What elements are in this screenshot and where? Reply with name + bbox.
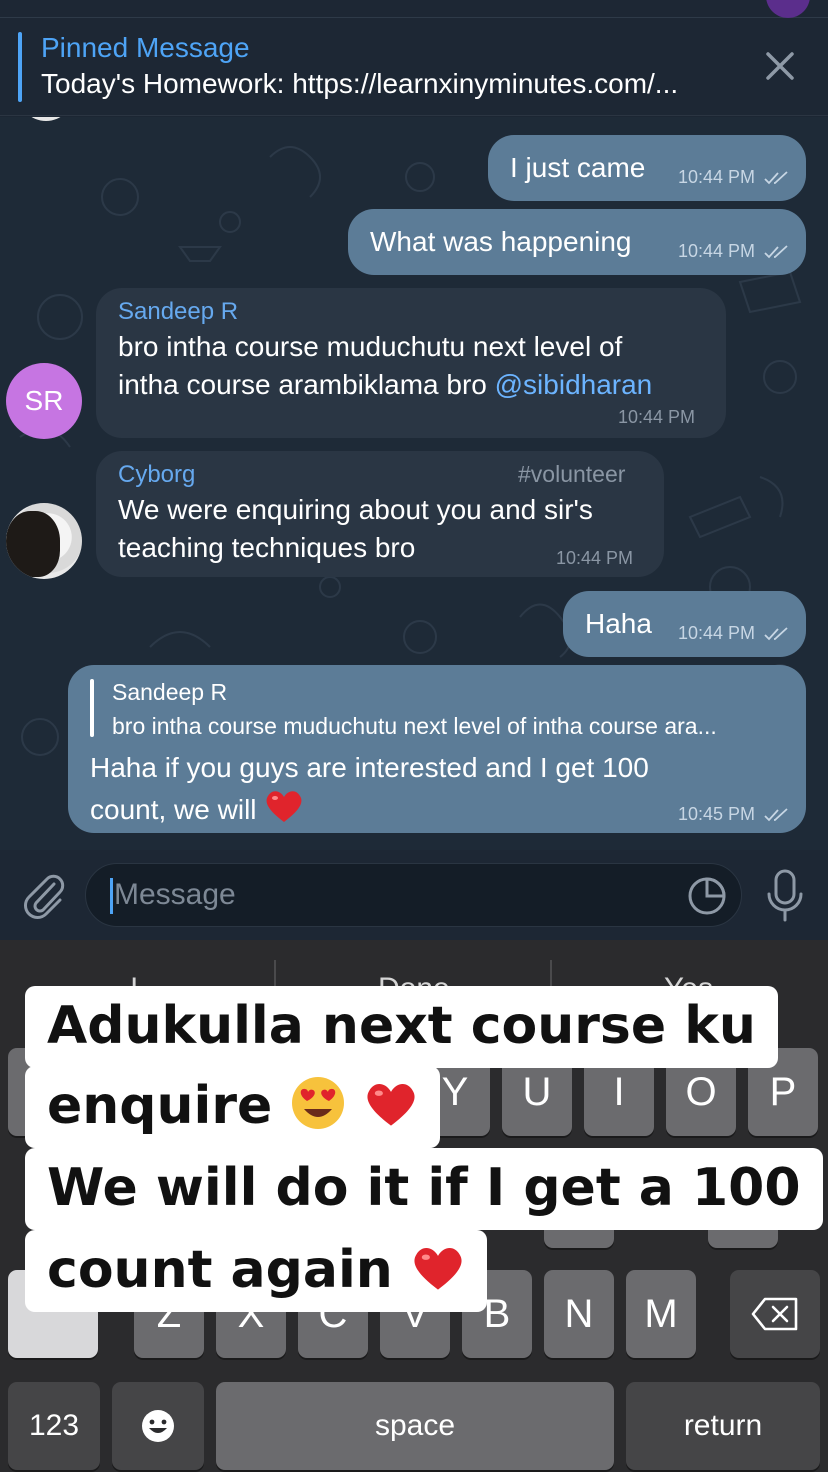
close-icon[interactable] xyxy=(762,48,798,84)
caption-line: enquire xyxy=(25,1066,441,1148)
chat-area[interactable]: I just came 10:44 PM What was happening … xyxy=(0,117,828,850)
reply-preview-text[interactable]: bro intha course muduchutu next level of… xyxy=(112,713,784,740)
avatar[interactable]: SR xyxy=(6,363,82,439)
pinned-accent-bar xyxy=(18,32,22,102)
message-time: 10:44 PM xyxy=(678,241,790,262)
message-text-line: count, we will xyxy=(90,787,304,829)
message-time-text: 10:45 PM xyxy=(678,804,756,824)
message-time-text: 10:44 PM xyxy=(678,167,756,187)
chat-header-strip xyxy=(0,0,828,18)
message-input-placeholder: Message xyxy=(114,878,236,911)
caption-text: count again xyxy=(47,1240,393,1300)
double-check-icon xyxy=(764,627,788,641)
message-composer: Message xyxy=(0,850,828,940)
group-avatar[interactable] xyxy=(766,0,810,18)
message-bubble-outgoing[interactable]: Haha 10:44 PM xyxy=(563,591,806,657)
message-bubble-incoming[interactable]: Cyborg #volunteer We were enquiring abou… xyxy=(96,451,664,577)
double-check-icon xyxy=(764,171,788,185)
message-time: 10:44 PM xyxy=(678,167,790,188)
caption-line: Adukulla next course ku xyxy=(25,986,778,1068)
caption-line: We will do it if I get a 100 xyxy=(25,1148,823,1230)
backspace-icon xyxy=(751,1297,798,1331)
message-text: Haha xyxy=(585,608,652,639)
key-m[interactable]: M xyxy=(626,1270,696,1358)
paperclip-icon[interactable] xyxy=(20,870,66,920)
message-time: 10:44 PM xyxy=(618,407,696,427)
pinned-title: Pinned Message xyxy=(41,32,250,63)
heart-emoji-icon xyxy=(414,1248,462,1290)
message-bubble-incoming[interactable]: Sandeep R bro intha course muduchutu nex… xyxy=(96,288,726,438)
message-time-text: 10:44 PM xyxy=(678,623,756,643)
avatar-photo xyxy=(6,511,60,577)
heart-eyes-emoji-icon xyxy=(292,1077,345,1129)
text-caret xyxy=(110,878,113,914)
message-bubble-outgoing[interactable]: I just came 10:44 PM xyxy=(488,135,806,201)
heart-emoji-icon xyxy=(367,1084,416,1126)
emoji-key[interactable] xyxy=(112,1382,204,1470)
return-key[interactable]: return xyxy=(626,1382,820,1470)
message-text: I just came xyxy=(510,152,646,183)
space-key[interactable]: space xyxy=(216,1382,614,1470)
caption-text: enquire xyxy=(47,1076,273,1136)
message-bubble-outgoing[interactable]: Sandeep R bro intha course muduchutu nex… xyxy=(68,665,806,833)
message-time: 10:44 PM xyxy=(556,548,634,568)
caption-line: count again xyxy=(25,1230,487,1312)
message-time: 10:44 PM xyxy=(678,623,790,644)
pinned-text: Today's Homework: https://learnxinyminut… xyxy=(41,68,679,99)
key-n[interactable]: N xyxy=(544,1270,614,1358)
emoji-icon xyxy=(142,1410,174,1442)
sender-tag: #volunteer xyxy=(518,461,626,487)
avatar[interactable] xyxy=(6,503,82,579)
message-text-line: Haha if you guys are interested and I ge… xyxy=(90,752,649,783)
numbers-key[interactable]: 123 xyxy=(8,1382,100,1470)
message-time: 10:45 PM xyxy=(678,804,790,825)
message-text-line: bro intha course muduchutu next level of xyxy=(118,331,623,362)
message-text-line: intha course arambiklama bro @sibidharan xyxy=(118,366,652,404)
reply-sender-name[interactable]: Sandeep R xyxy=(112,679,227,706)
sender-name[interactable]: Cyborg xyxy=(118,461,195,489)
message-time-text: 10:44 PM xyxy=(678,241,756,261)
heart-emoji-icon xyxy=(266,791,302,822)
delete-key[interactable] xyxy=(730,1270,820,1358)
sender-name[interactable]: Sandeep R xyxy=(118,298,238,326)
sticker-icon[interactable] xyxy=(687,876,727,916)
double-check-icon xyxy=(764,808,788,822)
reply-accent-bar xyxy=(90,679,94,737)
double-check-icon xyxy=(764,245,788,259)
message-bubble-outgoing[interactable]: What was happening 10:44 PM xyxy=(348,209,806,275)
message-text-line: teaching techniques bro xyxy=(118,532,416,563)
message-input[interactable]: Message xyxy=(85,863,742,927)
message-text-line: We were enquiring about you and sir's xyxy=(118,494,593,525)
message-text: What was happening xyxy=(370,226,632,257)
message-text-span: intha course arambiklama bro xyxy=(118,369,495,400)
message-text-span: count, we will xyxy=(90,794,257,825)
pinned-message-bar[interactable]: Pinned Message Today's Homework: https:/… xyxy=(0,18,828,116)
microphone-icon[interactable] xyxy=(764,868,806,922)
mention-link[interactable]: @sibidharan xyxy=(495,369,653,400)
